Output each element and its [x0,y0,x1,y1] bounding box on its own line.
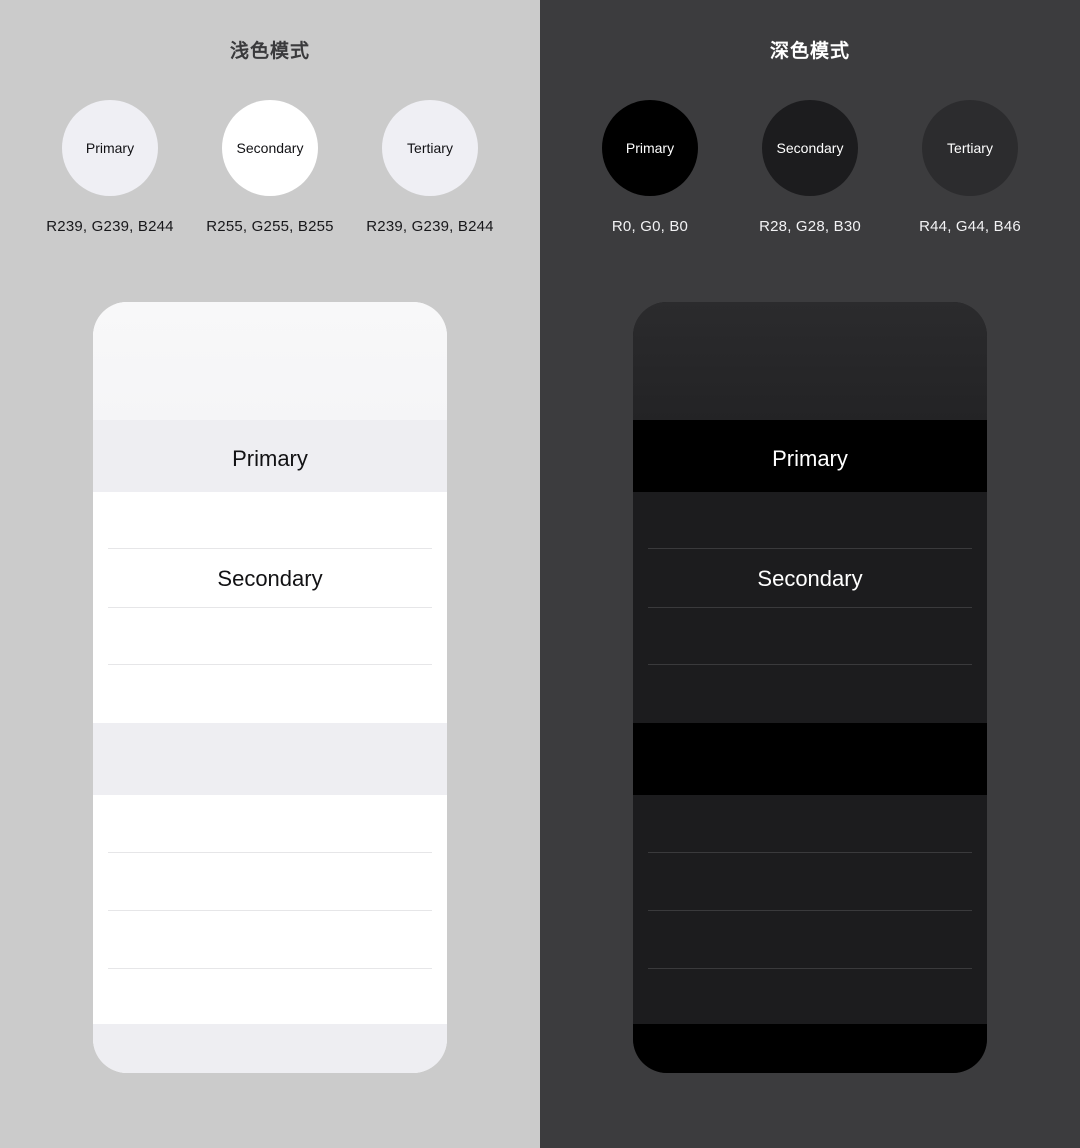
dark-phone-rule-3 [648,664,972,665]
dark-swatch-primary-caption: R0, G0, B0 [611,218,689,235]
light-phone-rule-3 [108,664,432,665]
dark-swatch-tertiary-circle: Tertiary [922,100,1018,196]
dark-swatch-row: Primary R0, G0, B0 Secondary R28, G28, B… [540,100,1080,235]
light-phone-rule-1 [108,548,432,549]
dark-swatch-secondary-caption: R28, G28, B30 [759,218,861,235]
light-phone-rule-5 [108,910,432,911]
dark-phone-primary-label: Primary [772,446,848,471]
dark-mode-title: 深色模式 [769,41,850,62]
dark-phone-header-area [633,302,987,420]
light-phone-primary-label: Primary [232,446,308,471]
light-swatch-tertiary-circle: Tertiary [382,100,478,196]
dark-phone-screen: Primary Secondary [633,302,987,1073]
dark-phone-rule-5 [648,910,972,911]
dark-phone-rule-1 [648,548,972,549]
light-swatch-row: Primary R239, G239, B244 Secondary R255,… [0,100,540,235]
dark-swatch-tertiary[interactable]: Tertiary R44, G44, B46 [906,100,1034,235]
light-swatch-secondary-circle: Secondary [222,100,318,196]
dark-swatch-tertiary-caption: R44, G44, B46 [919,218,1021,235]
light-swatch-secondary[interactable]: Secondary R255, G255, B255 [206,100,334,235]
dark-phone-footer-band [633,1024,987,1073]
light-mode-panel: 浅色模式 Primary R239, G239, B244 Secondary … [0,0,540,1148]
dark-phone-rule-6 [648,968,972,969]
light-phone-rule-6 [108,968,432,969]
dark-phone-rule-4 [648,852,972,853]
dark-swatch-secondary[interactable]: Secondary R28, G28, B30 [746,100,874,235]
light-swatch-primary-caption: R239, G239, B244 [46,218,174,235]
dark-phone-mockup[interactable]: Primary Secondary [633,302,987,1073]
dark-mode-panel: 深色模式 Primary R0, G0, B0 Secondary R28, G… [540,0,1080,1148]
light-phone-rule-2 [108,607,432,608]
light-swatch-tertiary-caption: R239, G239, B244 [366,218,494,235]
light-phone-tertiary-band [93,723,447,795]
light-phone-secondary-label: Secondary [217,566,323,591]
light-swatch-primary[interactable]: Primary R239, G239, B244 [46,100,174,235]
dark-swatch-primary[interactable]: Primary R0, G0, B0 [586,100,714,235]
light-phone-mockup[interactable]: Primary Secondary [93,302,447,1073]
light-phone-rule-4 [108,852,432,853]
light-swatch-primary-circle: Primary [62,100,158,196]
light-phone-footer-band [93,1024,447,1073]
dark-phone-rule-2 [648,607,972,608]
dark-phone-tertiary-band [633,723,987,795]
dark-phone-secondary-label: Secondary [757,566,863,591]
light-phone-header-area [93,302,447,420]
light-mode-title: 浅色模式 [229,41,310,62]
dark-swatch-secondary-circle: Secondary [762,100,858,196]
light-swatch-tertiary[interactable]: Tertiary R239, G239, B244 [366,100,494,235]
color-mode-comparison-board: 浅色模式 Primary R239, G239, B244 Secondary … [0,0,1080,1148]
light-swatch-secondary-caption: R255, G255, B255 [206,218,334,235]
dark-swatch-primary-circle: Primary [602,100,698,196]
light-phone-screen: Primary Secondary [93,302,447,1073]
